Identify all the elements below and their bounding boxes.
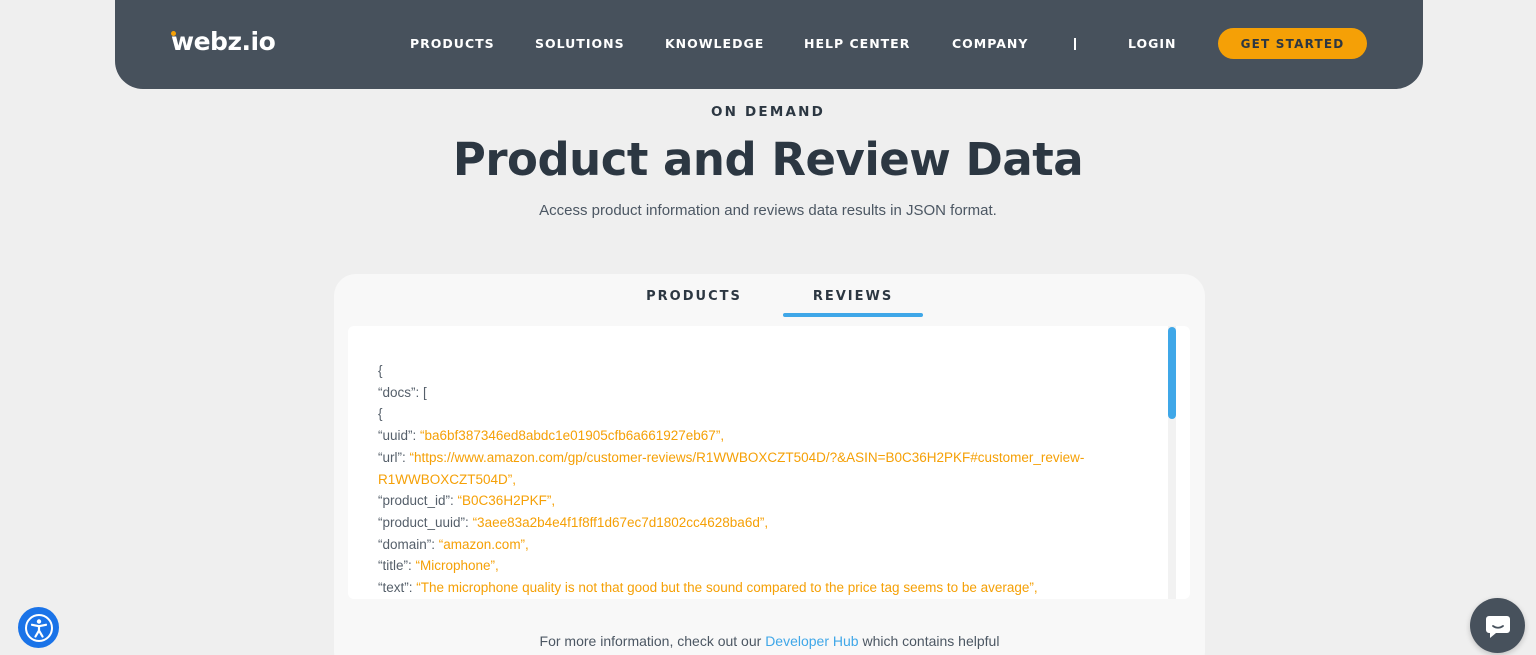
page-title: Product and Review Data — [452, 133, 1084, 186]
chat-icon — [1485, 615, 1510, 638]
code-line: { — [378, 406, 383, 422]
json-key: “url”: — [378, 449, 410, 465]
code-line-title: “title”: “Microphone”, — [378, 555, 1158, 577]
nav-separator — [1074, 38, 1076, 50]
code-line-uuid: “uuid”: “ba6bf387346ed8abdc1e01905cfb6a6… — [378, 425, 1158, 447]
page-subtitle: Access product information and reviews d… — [539, 202, 997, 219]
code-line: { — [378, 363, 383, 378]
developer-hub-link[interactable]: Developer Hub — [765, 633, 858, 649]
footnote-after: which contains helpful — [858, 633, 1000, 649]
accessibility-icon — [24, 613, 53, 642]
tab-products[interactable]: PRODUCTS — [646, 289, 742, 317]
json-value: “3aee83a2b4e4f1f8ff1d67ec7d1802cc4628ba6… — [472, 514, 769, 530]
code-line-product-uuid: “product_uuid”: “3aee83a2b4e4f1f8ff1d67e… — [378, 512, 1158, 534]
logo-text: webz.io — [171, 27, 276, 56]
accessibility-button[interactable] — [18, 607, 59, 648]
chat-launcher-button[interactable] — [1470, 598, 1525, 653]
get-started-button[interactable]: GET STARTED — [1218, 28, 1367, 59]
code-line-product-id: “product_id”: “B0C36H2PKF”, — [378, 490, 1158, 512]
json-value: “The microphone quality is not that good… — [416, 580, 1038, 596]
logo-dot — [171, 31, 176, 36]
json-value: “B0C36H2PKF”, — [457, 493, 556, 509]
nav-login[interactable]: LOGIN — [1128, 36, 1177, 51]
json-value: “Microphone”, — [415, 558, 499, 574]
json-code-block: { “docs”: [ { “uuid”: “ba6bf387346ed8abd… — [378, 360, 1158, 599]
code-line-text: “text”: “The microphone quality is not t… — [378, 577, 1158, 599]
code-line-domain: “domain”: “amazon.com”, — [378, 534, 1158, 556]
code-scrollbar-thumb[interactable] — [1168, 327, 1176, 419]
json-code-panel[interactable]: { “docs”: [ { “uuid”: “ba6bf387346ed8abd… — [348, 326, 1190, 599]
nav-company[interactable]: COMPANY — [952, 36, 1028, 51]
json-value: “amazon.com”, — [438, 536, 529, 552]
json-key: “domain”: — [378, 536, 439, 552]
json-value: “https://www.amazon.com/gp/customer-revi… — [409, 449, 1085, 465]
data-sample-card: PRODUCTS REVIEWS { “docs”: [ { “uuid”: “… — [334, 274, 1205, 655]
code-line-url-cont: R1WWBOXCZT504D”, — [378, 469, 1158, 491]
code-line: “docs”: [ — [378, 384, 427, 400]
json-value: R1WWBOXCZT504D”, — [378, 471, 517, 487]
nav-solutions[interactable]: SOLUTIONS — [535, 36, 625, 51]
json-key: “uuid”: — [378, 428, 421, 444]
nav-knowledge[interactable]: KNOWLEDGE — [665, 36, 764, 51]
json-key: “product_id”: — [378, 493, 458, 509]
nav-help-center[interactable]: HELP CENTER — [804, 36, 910, 51]
json-value: “ba6bf387346ed8abdc1e01905cfb6a661927eb6… — [420, 428, 725, 444]
json-key: “product_uuid”: — [378, 514, 473, 530]
hero-eyebrow: ON DEMAND — [710, 104, 826, 120]
code-line-url: “url”: “https://www.amazon.com/gp/custom… — [378, 447, 1158, 469]
top-navbar: webz.io PRODUCTS SOLUTIONS KNOWLEDGE HEL… — [115, 0, 1423, 89]
nav-products[interactable]: PRODUCTS — [410, 36, 495, 51]
active-tab-indicator — [783, 313, 923, 317]
footnote-text: For more information, check out our Deve… — [334, 633, 1205, 649]
json-key: “text”: — [378, 580, 417, 596]
webz-logo[interactable]: webz.io — [171, 27, 276, 56]
footnote-before: For more information, check out our — [539, 633, 766, 649]
json-key: “title”: — [378, 558, 416, 574]
